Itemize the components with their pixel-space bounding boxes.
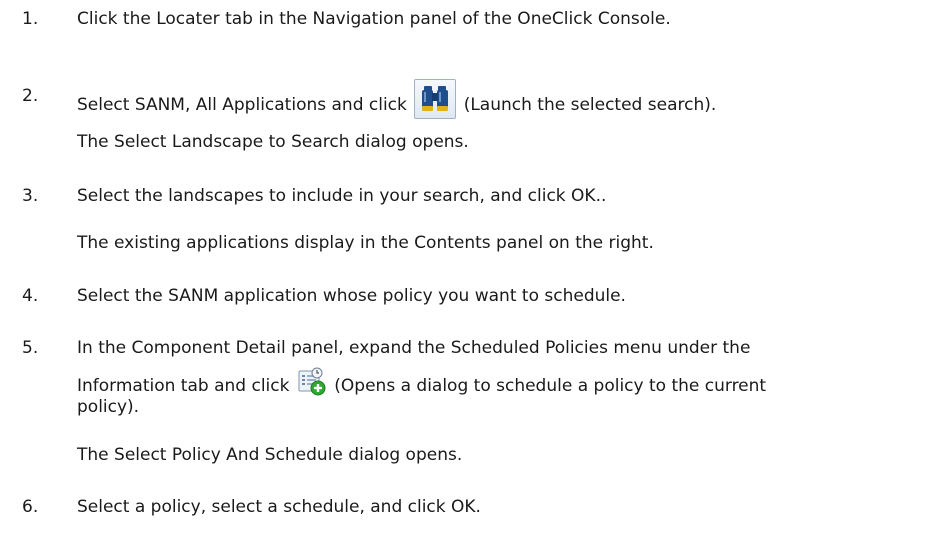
schedule-policy-add-icon	[297, 367, 327, 397]
binoculars-icon	[414, 79, 457, 119]
step-text-line-1: In the Component Detail panel, expand th…	[77, 338, 751, 358]
step-number: 6.	[22, 497, 39, 517]
step-number: 2.	[22, 86, 39, 106]
step-number: 3.	[22, 186, 39, 206]
step-number: 1.	[22, 9, 39, 29]
procedure-document: 1. Click the Locater tab in the Navigati…	[0, 0, 945, 546]
step-text-before-icon: Information tab and click	[77, 376, 290, 396]
step-number: 4.	[22, 286, 39, 306]
step-2-result: The Select Landscape to Search dialog op…	[77, 132, 469, 152]
step-5-line-3: policy).	[77, 397, 140, 417]
step-number: 5.	[22, 338, 39, 358]
step-5-result: The Select Policy And Schedule dialog op…	[77, 445, 463, 465]
step-text: Select SANM, All Applications and click …	[77, 79, 927, 125]
step-3-result: The existing applications display in the…	[77, 233, 654, 253]
step-text: Select a policy, select a schedule, and …	[77, 497, 481, 517]
step-text-before-icon: Select SANM, All Applications and click	[77, 95, 407, 115]
step-text-line-2: Information tab and click (Opens a dialo…	[77, 367, 927, 401]
step-text-after-icon: (Opens a dialog to schedule a policy to …	[334, 376, 767, 396]
step-text: Click the Locater tab in the Navigation …	[77, 9, 671, 29]
step-text: Select the SANM application whose policy…	[77, 286, 626, 306]
step-text-after-icon: (Launch the selected search).	[463, 95, 717, 115]
step-text: Select the landscapes to include in your…	[77, 186, 607, 206]
